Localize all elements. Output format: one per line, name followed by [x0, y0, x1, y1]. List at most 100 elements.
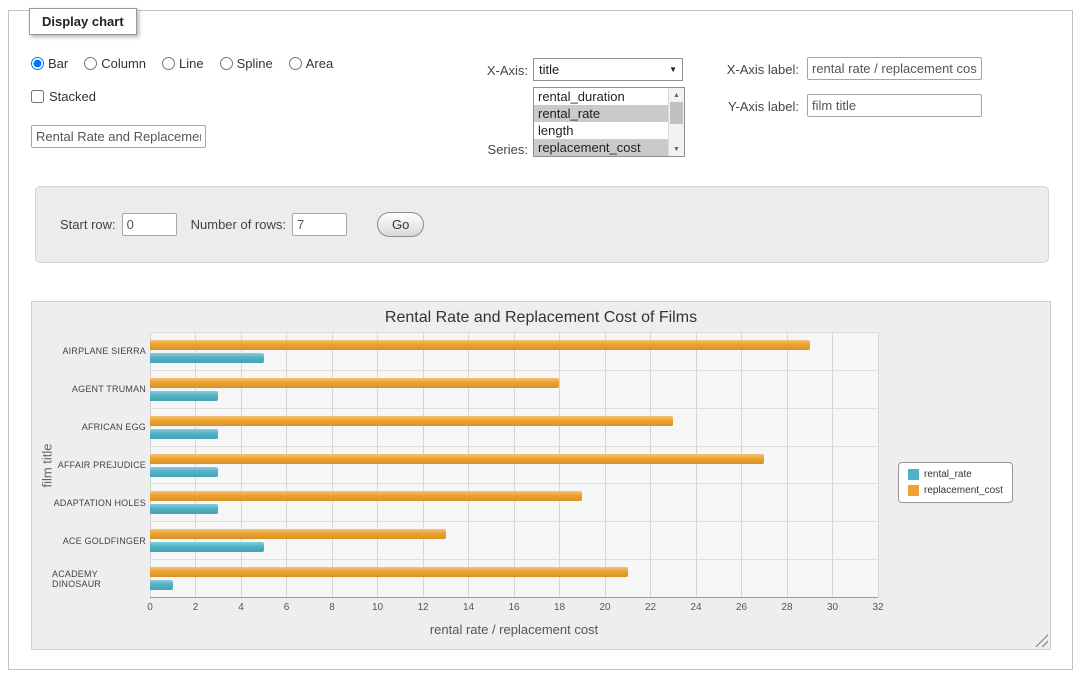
bar-replacement_cost	[150, 491, 582, 501]
legend-item-replacement_cost[interactable]: replacement_cost	[908, 485, 1003, 496]
radio-label: Column	[101, 56, 146, 71]
panel-legend: Display chart	[29, 8, 137, 35]
radio-label: Spline	[237, 56, 273, 71]
bar-group	[150, 333, 878, 371]
radio-label: Bar	[48, 56, 68, 71]
number-of-rows-label: Number of rows:	[191, 217, 286, 232]
legend-swatch	[908, 469, 919, 480]
bar-rental_rate	[150, 504, 218, 514]
plot-area	[150, 332, 878, 598]
start-row-input[interactable]	[122, 213, 177, 236]
go-button[interactable]: Go	[377, 212, 424, 237]
radio-label: Area	[306, 56, 333, 71]
radio-column[interactable]	[84, 57, 97, 70]
bar-replacement_cost	[150, 416, 673, 426]
x-tick-label: 22	[645, 602, 656, 613]
x-tick-label: 28	[781, 602, 792, 613]
stacked-label: Stacked	[49, 89, 96, 104]
series-list-label: Series:	[429, 142, 528, 157]
x-tick-label: 6	[284, 602, 290, 613]
bar-replacement_cost	[150, 340, 810, 350]
bar-rental_rate	[150, 353, 264, 363]
x-tick-label: 14	[463, 602, 474, 613]
bar-rental_rate	[150, 542, 264, 552]
radio-line[interactable]	[162, 57, 175, 70]
chart-type-option-column[interactable]: Column	[84, 56, 146, 71]
series-option-rental_duration[interactable]: rental_duration	[534, 88, 668, 105]
start-row-label: Start row:	[60, 217, 116, 232]
radio-area[interactable]	[289, 57, 302, 70]
chart-type-option-bar[interactable]: Bar	[31, 56, 68, 71]
x-axis-label-input[interactable]	[807, 57, 982, 80]
x-tick-label: 30	[827, 602, 838, 613]
bar-replacement_cost	[150, 454, 764, 464]
y-axis-label-label: Y-Axis label:	[649, 99, 799, 114]
chart-type-option-area[interactable]: Area	[289, 56, 333, 71]
x-tick-label: 24	[690, 602, 701, 613]
y-axis-label-input[interactable]	[807, 94, 982, 117]
x-tick-label: 4	[238, 602, 244, 613]
display-chart-panel: Display chart Bar Column Line Spline Area St…	[8, 10, 1073, 670]
scroll-down-icon[interactable]: ▼	[669, 142, 684, 156]
chart-type-option-line[interactable]: Line	[162, 56, 204, 71]
category-labels: AIRPLANE SIERRAAGENT TRUMANAFRICAN EGGAF…	[52, 332, 146, 598]
chart-title-input[interactable]	[31, 125, 206, 148]
row-controls-panel: Start row: Number of rows: Go	[35, 186, 1049, 263]
bar-replacement_cost	[150, 378, 559, 388]
chart-legend: rental_rate replacement_cost	[898, 462, 1013, 503]
x-tick-label: 12	[417, 602, 428, 613]
legend-label: replacement_cost	[924, 485, 1003, 496]
x-axis-select-label: X-Axis:	[429, 63, 528, 78]
chart-container: Rental Rate and Replacement Cost of Film…	[31, 301, 1051, 650]
radio-label: Line	[179, 56, 204, 71]
category-label: ACE GOLDFINGER	[52, 522, 146, 560]
x-tick-label: 26	[736, 602, 747, 613]
series-listbox-options: rental_durationrental_ratelengthreplacem…	[534, 88, 668, 156]
series-option-length[interactable]: length	[534, 122, 668, 139]
x-tick-label: 8	[329, 602, 335, 613]
x-tick-label: 32	[872, 602, 883, 613]
series-option-replacement_cost[interactable]: replacement_cost	[534, 139, 668, 156]
x-tick-labels: 02468101214161820222426283032	[150, 602, 878, 616]
x-tick-label: 10	[372, 602, 383, 613]
bar-rental_rate	[150, 391, 218, 401]
bar-replacement_cost	[150, 567, 628, 577]
legend-swatch	[908, 485, 919, 496]
category-label: ADAPTATION HOLES	[52, 484, 146, 522]
chart-title: Rental Rate and Replacement Cost of Film…	[32, 309, 1050, 327]
radio-bar[interactable]	[31, 57, 44, 70]
category-label: AGENT TRUMAN	[52, 370, 146, 408]
bar-group	[150, 484, 878, 522]
radio-spline[interactable]	[220, 57, 233, 70]
x-axis-label-label: X-Axis label:	[649, 62, 799, 77]
resize-handle-icon[interactable]	[1035, 634, 1048, 647]
x-tick-label: 0	[147, 602, 153, 613]
stacked-checkbox[interactable]	[31, 90, 44, 103]
bar-rows	[150, 332, 878, 597]
bar-group	[150, 560, 878, 597]
x-axis-select-value: title	[539, 62, 559, 77]
x-tick-label: 18	[554, 602, 565, 613]
bar-rental_rate	[150, 467, 218, 477]
series-listbox[interactable]: rental_durationrental_ratelengthreplacem…	[533, 87, 685, 157]
category-label: AFRICAN EGG	[52, 408, 146, 446]
category-label: ACADEMY DINOSAUR	[52, 560, 146, 598]
bar-replacement_cost	[150, 529, 446, 539]
bar-group	[150, 409, 878, 447]
x-tick-label: 16	[508, 602, 519, 613]
x-tick-label: 20	[599, 602, 610, 613]
chart-type-option-spline[interactable]: Spline	[220, 56, 273, 71]
legend-label: rental_rate	[924, 469, 972, 480]
x-axis-title: rental rate / replacement cost	[150, 622, 878, 637]
bar-group	[150, 447, 878, 485]
series-option-rental_rate[interactable]: rental_rate	[534, 105, 668, 122]
stacked-option[interactable]: Stacked	[31, 89, 96, 104]
bar-rental_rate	[150, 580, 173, 590]
category-label: AIRPLANE SIERRA	[52, 332, 146, 370]
bar-rental_rate	[150, 429, 218, 439]
number-of-rows-input[interactable]	[292, 213, 347, 236]
x-tick-label: 2	[193, 602, 199, 613]
legend-item-rental_rate[interactable]: rental_rate	[908, 469, 1003, 480]
chart-type-radios: Bar Column Line Spline Area	[31, 56, 333, 71]
bar-group	[150, 371, 878, 409]
